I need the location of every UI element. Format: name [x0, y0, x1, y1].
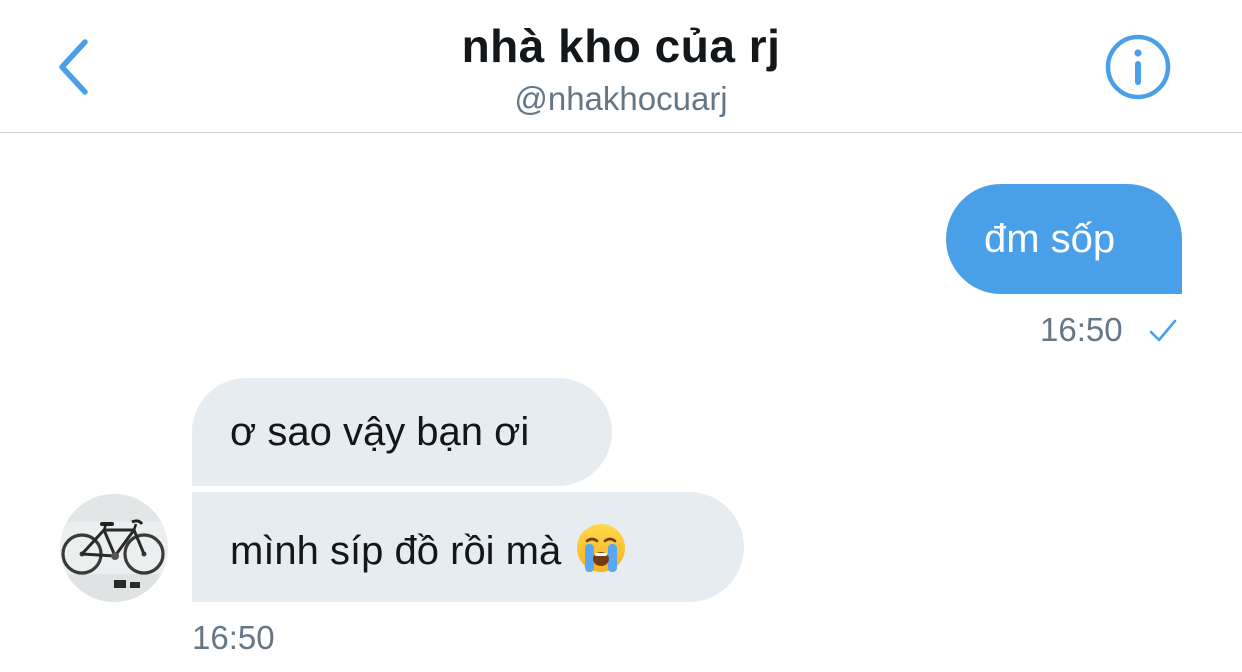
- incoming-message-bubble[interactable]: mình síp đồ rồi mà: [192, 492, 744, 602]
- conversation-title: nhà kho của rj: [461, 20, 781, 72]
- outgoing-message-text: đm sốp: [984, 217, 1116, 261]
- info-button[interactable]: [1104, 33, 1172, 101]
- incoming-message-time: 16:50: [192, 619, 275, 656]
- loudly-crying-face-icon: [577, 524, 626, 572]
- conversation-handle: @nhakhocuarj: [514, 80, 728, 117]
- outgoing-message-bubble[interactable]: đm sốp: [946, 184, 1182, 294]
- info-circle-icon: [1105, 34, 1171, 100]
- check-icon: [1149, 319, 1177, 342]
- incoming-message-bubble[interactable]: ơ sao vậy bạn ơi: [192, 378, 612, 486]
- outgoing-message-time: 16:50: [1040, 311, 1123, 348]
- bicycle-avatar-icon: [60, 494, 168, 602]
- conversation-header: nhà kho của rj @nhakhocuarj: [0, 0, 1242, 133]
- conversation-title-block[interactable]: nhà kho của rj @nhakhocuarj: [0, 14, 1242, 118]
- incoming-message-text: mình síp đồ rồi mà: [230, 529, 562, 573]
- avatar[interactable]: [60, 494, 168, 602]
- incoming-message-text: ơ sao vậy bạn ơi: [230, 410, 530, 454]
